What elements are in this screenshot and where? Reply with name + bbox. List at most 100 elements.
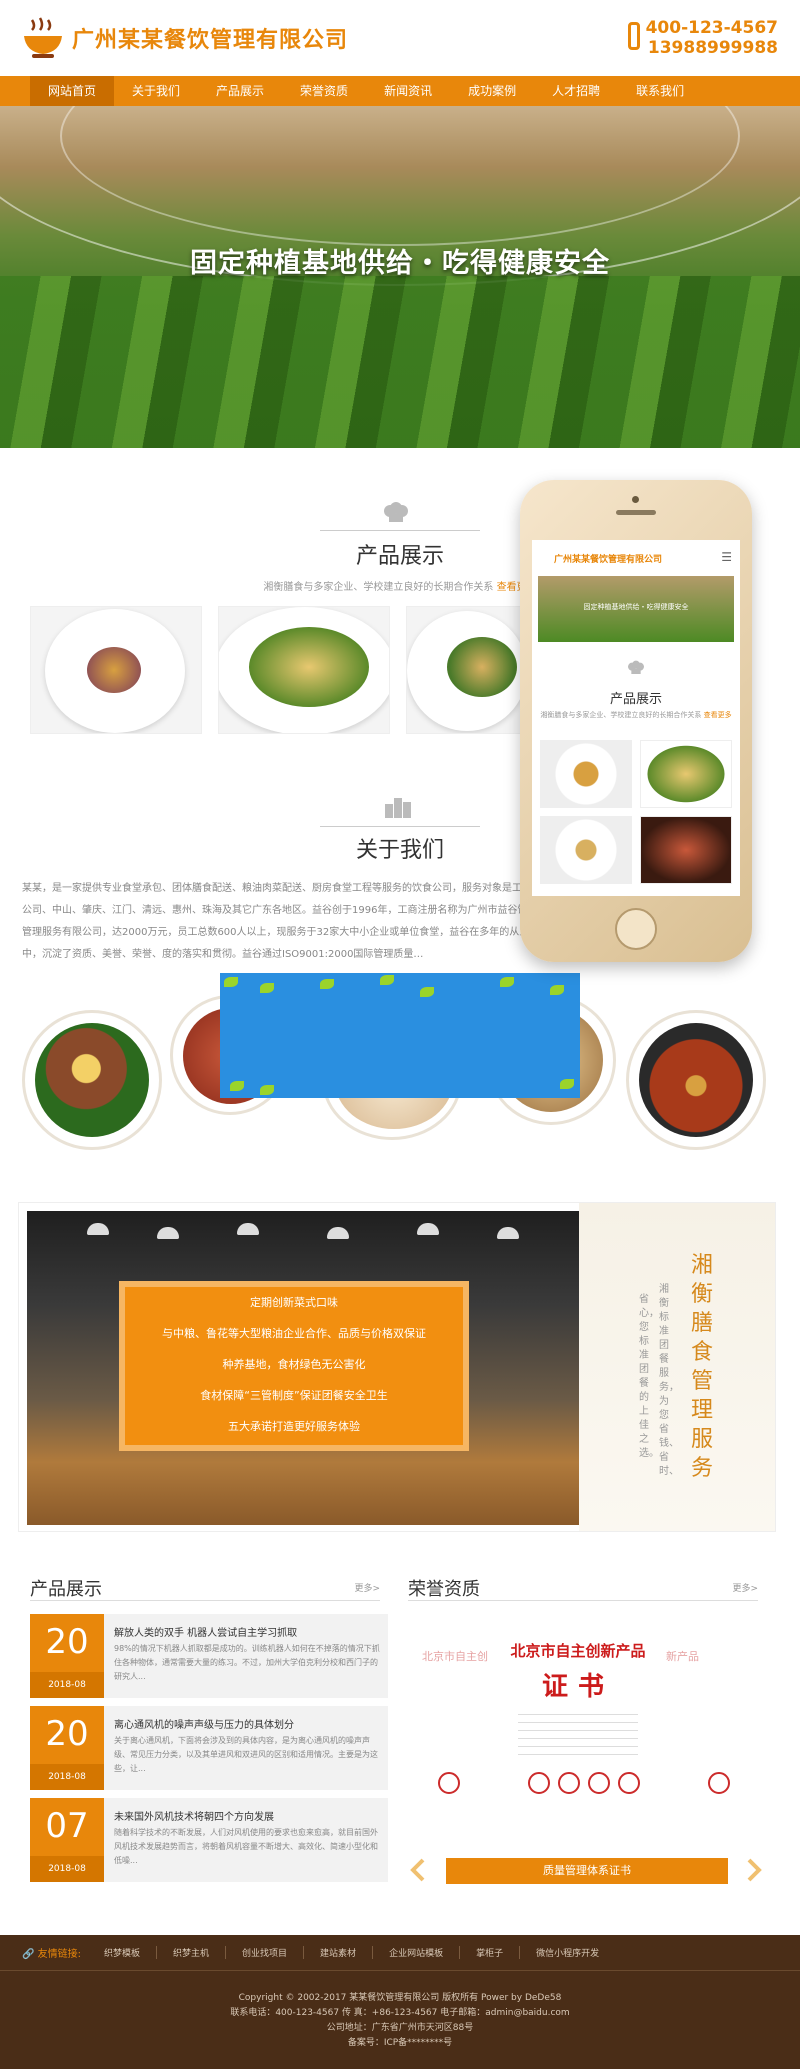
nav-cases[interactable]: 成功案例 <box>450 76 534 106</box>
leaf <box>260 983 274 993</box>
mobile-product-image[interactable] <box>540 816 632 884</box>
honor-title: 荣誉资质 <box>408 1579 480 1600</box>
service-line: 五大承诺打造更好服务体验 <box>228 1420 360 1433</box>
leaf <box>320 979 334 989</box>
floating-ad[interactable] <box>220 973 580 1098</box>
certificate-caption-button[interactable]: 质量管理体系证书 <box>446 1858 728 1884</box>
nav-news[interactable]: 新闻资讯 <box>366 76 450 106</box>
phone-speaker <box>616 510 656 515</box>
friend-link[interactable]: 织梦主机 <box>157 1946 227 1959</box>
service-line: 种养基地，食材绿色无公害化 <box>222 1358 366 1371</box>
mobile-product-image[interactable] <box>640 740 732 808</box>
friend-links-bar: 🔗 友情链接: 织梦模板 织梦主机 创业找项目 建站素材 企业网站模板 掌柜子 … <box>0 1935 800 1971</box>
service-vertical-sub: 湘衡标准团餐服务，为您省钱、省时、 <box>659 1284 679 1477</box>
section-divider <box>320 826 480 827</box>
friend-link[interactable]: 掌柜子 <box>460 1946 521 1959</box>
nav-honors[interactable]: 荣誉资质 <box>282 76 366 106</box>
chevron-right-icon[interactable] <box>746 1858 762 1882</box>
news-day: 20 <box>45 1622 89 1662</box>
products-section-subtitle: 湘衡膳食与多家企业、学校建立良好的长期合作关系 查看更多 <box>230 578 570 593</box>
leaf <box>230 1081 244 1091</box>
seal <box>438 1772 460 1794</box>
seal <box>558 1772 580 1794</box>
friend-link[interactable]: 企业网站模板 <box>373 1946 461 1959</box>
news-header: 产品展示 更多> <box>30 1575 380 1601</box>
news-item-title[interactable]: 解放人类的双手 机器人尝试自主学习抓取 <box>114 1624 384 1639</box>
mobile-banner[interactable]: 固定种植基地供给・吃得健康安全 <box>538 576 734 642</box>
mobile-number: 13988999988 <box>647 38 778 58</box>
seal <box>618 1772 640 1794</box>
news-item-title[interactable]: 离心通风机的噪声声级与压力的具体划分 <box>114 1716 384 1731</box>
lamp <box>497 1227 519 1239</box>
mobile-subtitle-text: 湘衡膳食与多家企业、学校建立良好的长期合作关系 <box>540 711 702 719</box>
news-item-title[interactable]: 未来国外风机技术将朝四个方向发展 <box>114 1808 384 1823</box>
friend-link[interactable]: 创业找项目 <box>226 1946 305 1959</box>
dish-bowl[interactable] <box>626 1010 766 1150</box>
footer-copyright: Copyright © 2002-2017 某某餐饮管理有限公司 版权所有 Po… <box>238 1993 562 2003</box>
main-nav: 网站首页 关于我们 产品展示 荣誉资质 新闻资讯 成功案例 人才招聘 联系我们 <box>0 76 800 106</box>
mobile-preview: 广州某某餐饮管理有限公司 ☰ 固定种植基地供给・吃得健康安全 产品展示 湘衡膳食… <box>520 480 752 962</box>
brand-name: 广州某某餐饮管理有限公司 <box>72 28 349 53</box>
food <box>249 627 369 707</box>
chef-hat-icon <box>628 660 644 674</box>
food <box>639 1023 753 1137</box>
nav-contact[interactable]: 联系我们 <box>618 76 702 106</box>
dish-bowl[interactable] <box>22 1010 162 1150</box>
about-text: 某某，是一家提供专业食堂承包、团体膳食配送、粮油肉菜配送、厨房食堂工程等服务的饮… <box>22 883 542 960</box>
chevron-left-icon[interactable] <box>410 1858 426 1882</box>
products-subtitle-text: 湘衡膳食与多家企业、学校建立良好的长期合作关系 <box>263 582 494 593</box>
lamp <box>237 1223 259 1235</box>
banner-title: 固定种植基地供给・吃得健康安全 <box>190 248 610 279</box>
service-line: 定期创新菜式口味 <box>250 1296 338 1309</box>
vegetable-rows <box>0 276 800 448</box>
logo-bowl-icon[interactable] <box>22 16 64 60</box>
mobile-product-image[interactable] <box>640 816 732 884</box>
hero-banner[interactable]: 固定种植基地供给・吃得健康安全 <box>0 106 800 448</box>
news-date: 20 2018-08 <box>30 1706 104 1790</box>
friend-link[interactable]: 微信小程序开发 <box>520 1946 615 1959</box>
products-section-title: 产品展示 <box>355 544 444 569</box>
food <box>447 637 517 697</box>
news-day: 20 <box>45 1714 89 1754</box>
honor-more-link[interactable]: 更多> <box>732 1581 758 1594</box>
lamp <box>157 1227 179 1239</box>
friend-link[interactable]: 织梦模板 <box>88 1946 158 1959</box>
mobile-more-link[interactable]: 查看更多 <box>704 711 732 719</box>
seal <box>588 1772 610 1794</box>
lamp <box>87 1223 109 1235</box>
section-divider <box>320 530 480 531</box>
product-image[interactable] <box>406 606 526 734</box>
product-image[interactable] <box>218 606 390 734</box>
food <box>87 647 141 693</box>
service-highlights: 定期创新菜式口味 与中粮、鲁花等大型粮油企业合作、品质与价格双保证 种养基地，食… <box>119 1281 469 1451</box>
honor-header: 荣誉资质 更多> <box>408 1575 758 1601</box>
leaf <box>260 1085 274 1095</box>
news-item[interactable]: 20 2018-08 解放人类的双手 机器人尝试自主学习抓取 98%的情况下机器… <box>30 1614 388 1698</box>
lamp <box>417 1223 439 1235</box>
certificate-image[interactable]: 北京市自主创 新产品 北京市自主创新产品 证书 <box>418 1618 738 1814</box>
news-item[interactable]: 20 2018-08 离心通风机的噪声声级与压力的具体划分 关于离心通风机，下面… <box>30 1706 388 1790</box>
nav-jobs[interactable]: 人才招聘 <box>534 76 618 106</box>
certificate-text-lines <box>518 1714 638 1758</box>
nav-products[interactable]: 产品展示 <box>198 76 282 106</box>
friend-link[interactable]: 建站素材 <box>304 1946 374 1959</box>
mobile-screen: 广州某某餐饮管理有限公司 ☰ 固定种植基地供给・吃得健康安全 产品展示 湘衡膳食… <box>532 540 740 896</box>
friend-links-label-text: 友情链接: <box>37 1949 82 1960</box>
service-line: 与中粮、鲁花等大型粮油企业合作、品质与价格双保证 <box>162 1327 426 1340</box>
product-image[interactable] <box>30 606 202 734</box>
footer-contact: 联系电话：400-123-4567 传 真：+86-123-4567 电子邮箱：… <box>230 2008 570 2018</box>
nav-home[interactable]: 网站首页 <box>30 76 115 106</box>
mobile-product-image[interactable] <box>540 740 632 808</box>
hamburger-menu-icon[interactable]: ☰ <box>721 550 732 564</box>
site-footer: Copyright © 2002-2017 某某餐饮管理有限公司 版权所有 Po… <box>0 1971 800 2069</box>
news-date: 20 2018-08 <box>30 1614 104 1698</box>
nav-about[interactable]: 关于我们 <box>114 76 198 106</box>
leaf <box>420 987 434 997</box>
service-vertical-title: 湘衡膳食管理服务 <box>691 1253 714 1481</box>
phone-icon <box>627 22 640 50</box>
news-item[interactable]: 07 2018-08 未来国外风机技术将朝四个方向发展 随着科学技术的不断发展，… <box>30 1798 388 1882</box>
mobile-section-subtitle: 湘衡膳食与多家企业、学校建立良好的长期合作关系 查看更多 <box>536 710 736 720</box>
news-more-link[interactable]: 更多> <box>354 1581 380 1594</box>
certificate-heading: 证书 <box>541 1672 614 1702</box>
friend-links-label: 🔗 友情链接: <box>22 1949 82 1960</box>
